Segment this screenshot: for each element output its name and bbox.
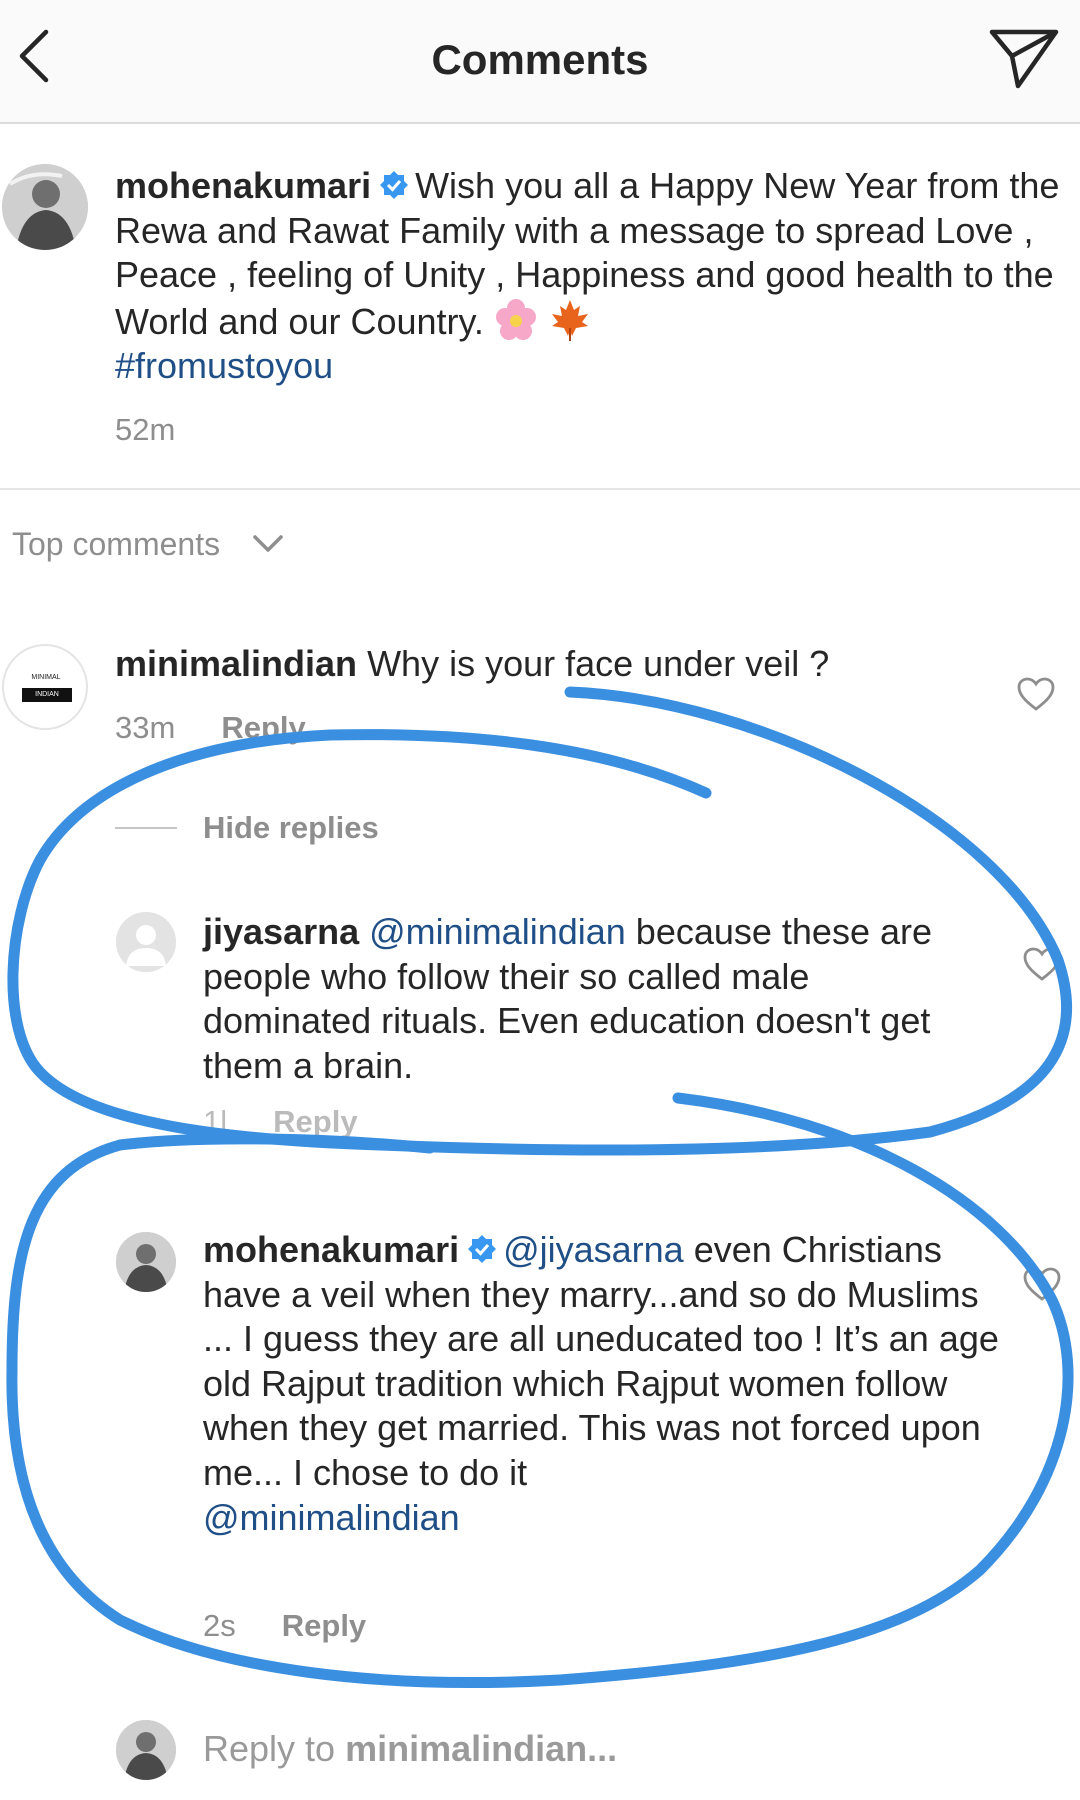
comment-reply-button[interactable]: Reply xyxy=(221,710,305,745)
reply-input-field[interactable]: Reply to minimalindian... xyxy=(203,1728,617,1770)
top-comments-label: Top comments xyxy=(12,526,221,562)
post-username[interactable]: mohenakumari xyxy=(115,165,371,206)
heart-icon xyxy=(1023,1267,1061,1301)
avatar-photo xyxy=(116,1720,176,1780)
avatar-logo-text-bottom: INDIAN xyxy=(22,688,72,702)
reply-mention[interactable]: @minimalindian xyxy=(369,911,626,952)
post-timestamp: 52m xyxy=(115,412,176,447)
top-comments-dropdown[interactable]: Top comments xyxy=(12,526,285,563)
reply-reply-button[interactable]: Reply xyxy=(282,1608,366,1643)
post-caption: mohenakumari Wish you all a Happy New Yea… xyxy=(115,164,1065,389)
reply-mention-end[interactable]: @minimalindian xyxy=(203,1497,460,1538)
like-comment-button[interactable] xyxy=(1016,676,1056,712)
share-button[interactable] xyxy=(988,26,1060,92)
divider xyxy=(0,488,1080,490)
chevron-down-icon xyxy=(253,535,283,552)
comment-timestamp: 33m xyxy=(115,710,176,745)
reply-username[interactable]: mohenakumari xyxy=(203,1229,459,1270)
reply-body: mohenakumari @jiyasarna even Christians h… xyxy=(203,1228,1003,1540)
reply-meta: 1l Reply xyxy=(203,1104,358,1140)
comment-body: minimalindian Why is your face under vei… xyxy=(115,642,995,687)
reply-timestamp: 1l xyxy=(203,1104,228,1139)
reply-input-prefix: Reply to xyxy=(203,1728,346,1769)
reply-input-username: minimalindian... xyxy=(345,1728,618,1769)
hide-replies-line xyxy=(115,827,177,829)
verified-badge-icon xyxy=(467,1230,497,1263)
reply-username[interactable]: jiyasarna xyxy=(203,911,359,952)
post-hashtag[interactable]: #fromustoyou xyxy=(115,345,333,386)
like-reply-button[interactable] xyxy=(1022,1266,1062,1302)
reply-reply-button[interactable]: Reply xyxy=(273,1104,357,1139)
post-author-avatar[interactable] xyxy=(2,164,88,250)
page-title: Comments xyxy=(431,36,649,83)
comment-username[interactable]: minimalindian xyxy=(115,643,357,684)
reply-meta: 2s Reply xyxy=(203,1608,366,1644)
comment-text: Why is your face under veil ? xyxy=(367,643,830,684)
heart-icon xyxy=(1023,947,1061,981)
header-bar: Comments xyxy=(0,0,1080,124)
user-silhouette-icon xyxy=(116,912,176,972)
like-reply-button[interactable] xyxy=(1022,946,1062,982)
comment-meta: 33m Reply xyxy=(115,710,306,746)
reply-author-avatar[interactable] xyxy=(116,1232,176,1292)
reply-mention[interactable]: @jiyasarna xyxy=(503,1229,684,1270)
commenter-avatar[interactable]: MINIMAL INDIAN xyxy=(2,644,88,730)
avatar-photo xyxy=(116,1232,176,1292)
verified-badge-icon xyxy=(379,166,409,199)
avatar-logo-text-top: MINIMAL xyxy=(31,674,61,681)
heart-icon xyxy=(1017,677,1055,711)
avatar-photo xyxy=(2,164,88,250)
reply-timestamp: 2s xyxy=(203,1608,236,1643)
current-user-avatar xyxy=(116,1720,176,1780)
flower-emoji-icon xyxy=(494,298,538,342)
reply-body: jiyasarna @minimalindian because these a… xyxy=(203,910,983,1088)
maple-leaf-emoji-icon xyxy=(548,298,592,342)
reply-avatar-default[interactable] xyxy=(116,912,176,972)
hide-replies-button[interactable]: Hide replies xyxy=(203,810,379,846)
send-icon xyxy=(989,29,1059,89)
